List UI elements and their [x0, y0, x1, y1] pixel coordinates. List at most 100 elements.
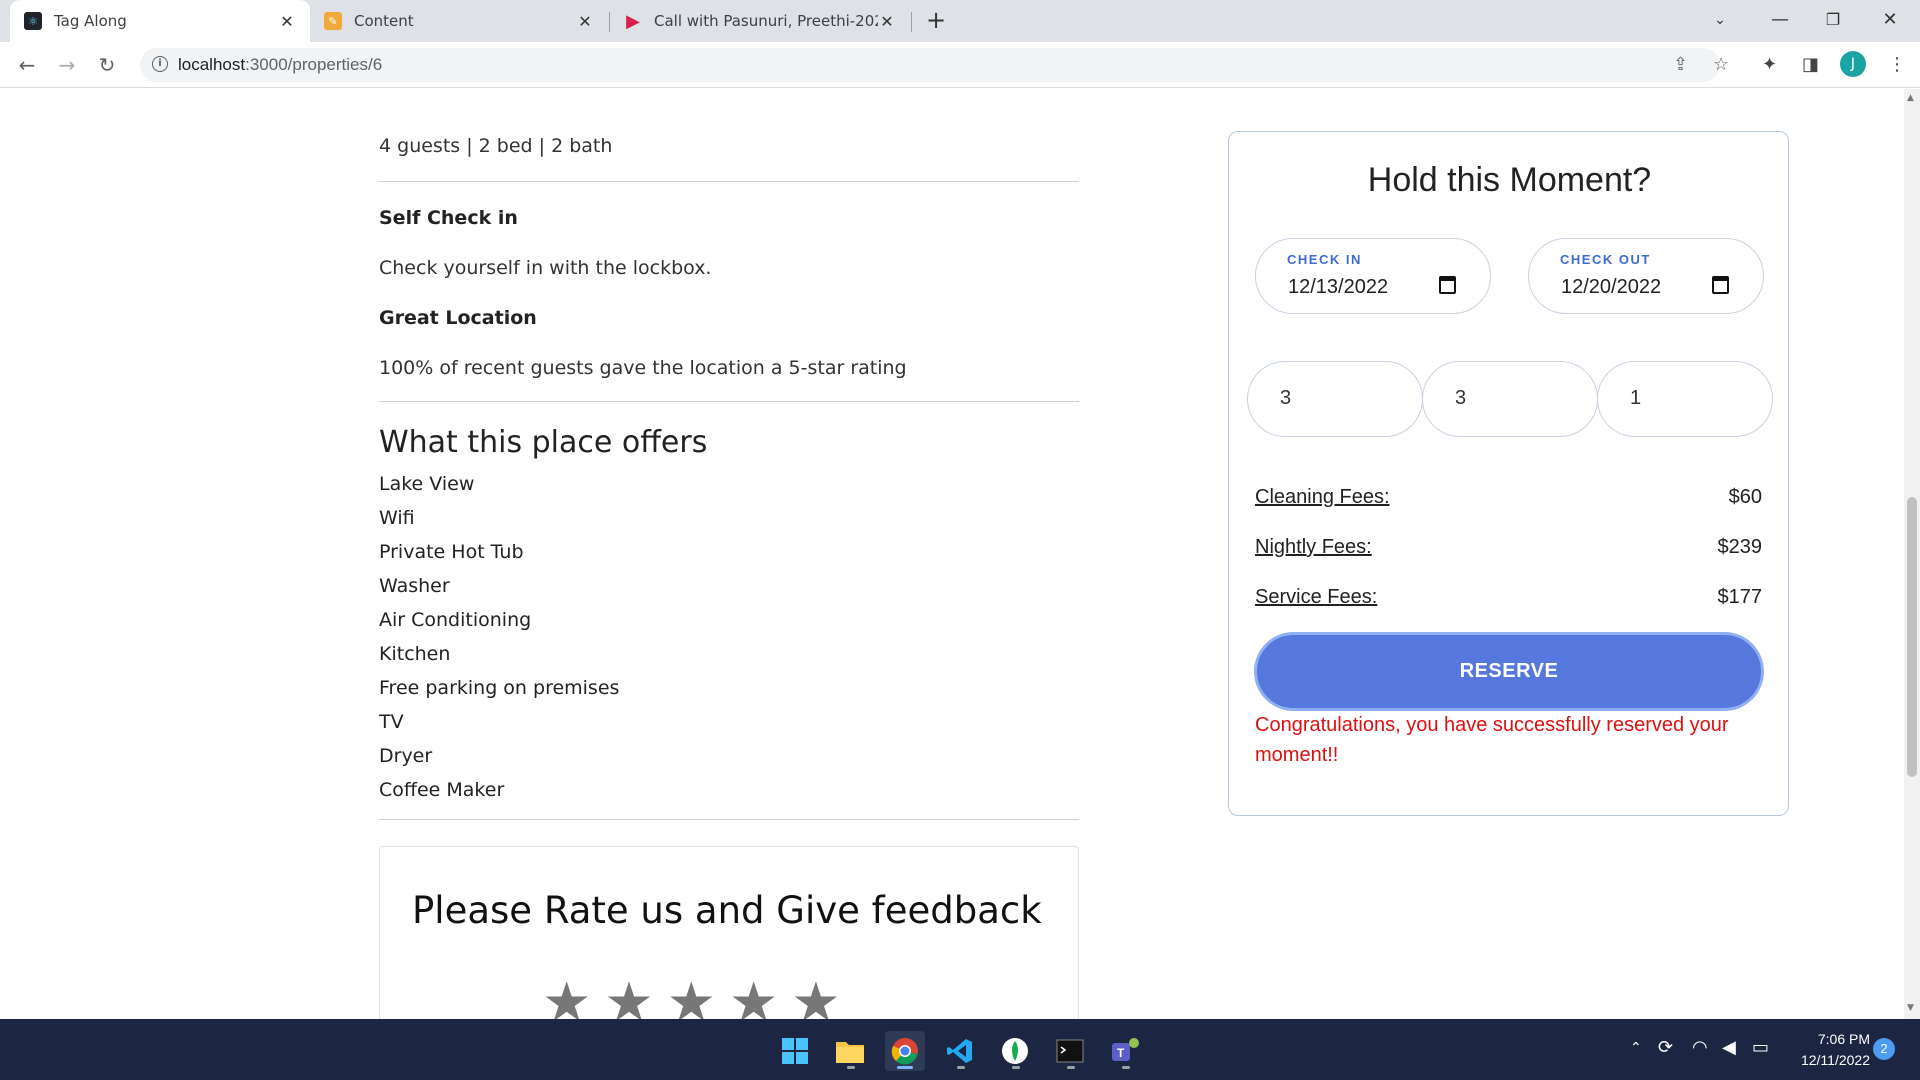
teams-icon[interactable]: T: [1105, 1031, 1145, 1071]
star-icon[interactable]: ★: [604, 975, 653, 1020]
number-value: 3: [1455, 387, 1467, 409]
clock-date: 12/11/2022: [1800, 1052, 1870, 1068]
back-icon[interactable]: ←: [12, 50, 42, 80]
url-host: localhost: [178, 55, 246, 74]
mongodb-compass-icon[interactable]: [995, 1031, 1035, 1071]
notification-badge[interactable]: 2: [1873, 1038, 1895, 1060]
running-indicator: [897, 1066, 913, 1069]
feedback-card: Please Rate us and Give feedback ★ ★ ★ ★…: [379, 846, 1079, 1019]
svg-text:T: T: [1117, 1046, 1125, 1060]
side-panel-icon[interactable]: ◨: [1802, 54, 1819, 75]
battery-icon[interactable]: ▭: [1752, 1037, 1769, 1058]
page-content: 4 guests | 2 bed | 2 bath Self Check in …: [0, 89, 1904, 1019]
tab-tag-along[interactable]: ⚛ Tag Along ✕: [10, 0, 310, 42]
forward-icon[interactable]: →: [52, 50, 82, 80]
booking-title: Hold this Moment?: [1367, 161, 1652, 199]
star-icon[interactable]: ★: [791, 975, 840, 1020]
amenity-item: Dryer: [379, 745, 433, 767]
tab-content[interactable]: ✎ Content ✕: [310, 0, 608, 42]
page-scrollbar[interactable]: ▲ ▼: [1904, 89, 1920, 1019]
cleaning-fee-label[interactable]: Cleaning Fees:: [1255, 486, 1390, 509]
url-path: :3000/properties/6: [245, 55, 383, 74]
star-icon[interactable]: ★: [729, 975, 778, 1020]
running-indicator: [1067, 1066, 1075, 1069]
confirmation-message: Congratulations, you have successfully r…: [1255, 714, 1729, 766]
tab-search-icon[interactable]: ⌄: [1692, 0, 1748, 42]
bookmark-star-icon[interactable]: ☆: [1713, 54, 1729, 75]
media-play-icon: ▶: [626, 10, 640, 32]
reserve-button[interactable]: RESERVE: [1254, 632, 1764, 711]
url-text[interactable]: localhost:3000/properties/6: [178, 55, 382, 75]
address-bar[interactable]: i localhost:3000/properties/6 ⇪ ☆: [140, 48, 1729, 82]
start-icon[interactable]: [775, 1031, 815, 1071]
offers-heading: What this place offers: [379, 425, 708, 460]
number-input[interactable]: 1: [1597, 361, 1773, 437]
calendar-icon[interactable]: [1439, 276, 1456, 294]
windows-taskbar: T ⌃ ⟳ ◠ ◀ ▭ 7:06 PM 12/11/2022 2: [0, 1019, 1920, 1080]
nightly-fee-value: $239: [1717, 536, 1763, 558]
star-rating[interactable]: ★ ★ ★ ★ ★: [542, 975, 841, 1020]
menu-icon[interactable]: ⋮: [1888, 54, 1906, 75]
check-out-field[interactable]: CHECK OUT 12/20/2022: [1528, 238, 1764, 314]
close-window-icon[interactable]: ✕: [1862, 0, 1918, 42]
number-value: 3: [1280, 387, 1292, 409]
react-icon: ⚛: [24, 12, 42, 30]
star-icon[interactable]: ★: [542, 975, 591, 1020]
minimize-icon[interactable]: —: [1752, 0, 1808, 42]
amenity-item: Washer: [379, 575, 450, 597]
feature-title: Self Check in: [379, 207, 518, 229]
check-in-value[interactable]: 12/13/2022: [1288, 276, 1388, 299]
pencil-icon: ✎: [324, 12, 342, 30]
vscode-icon[interactable]: [940, 1031, 980, 1071]
number-input[interactable]: 3: [1247, 361, 1423, 437]
star-icon[interactable]: ★: [667, 975, 716, 1020]
amenity-item: Private Hot Tub: [379, 541, 524, 563]
nightly-fee-label[interactable]: Nightly Fees:: [1255, 536, 1372, 559]
wifi-icon[interactable]: ◠: [1692, 1037, 1708, 1058]
terminal-icon[interactable]: [1050, 1031, 1090, 1071]
profile-avatar[interactable]: J: [1840, 51, 1866, 77]
check-in-field[interactable]: CHECK IN 12/13/2022: [1255, 238, 1491, 314]
scrollbar-thumb[interactable]: [1907, 497, 1917, 777]
amenity-item: Lake View: [379, 473, 475, 495]
tab-title: Tag Along: [54, 12, 127, 30]
service-fee-value: $177: [1717, 586, 1763, 608]
feature-description: 100% of recent guests gave the location …: [379, 357, 907, 379]
file-explorer-icon[interactable]: [830, 1031, 870, 1071]
divider: [379, 401, 1079, 402]
amenities-list: Lake View Wifi Private Hot Tub Washer Ai…: [379, 467, 619, 807]
taskbar-clock[interactable]: 7:06 PM 12/11/2022: [1790, 1029, 1870, 1071]
sync-icon[interactable]: ⟳: [1658, 1037, 1673, 1058]
reload-icon[interactable]: ↻: [92, 50, 122, 80]
guests-summary: 4 guests | 2 bed | 2 bath: [379, 135, 613, 157]
calendar-icon[interactable]: [1712, 276, 1729, 294]
check-in-label: CHECK IN: [1287, 252, 1362, 267]
tab-divider: [911, 12, 912, 32]
scroll-down-icon[interactable]: ▼: [1907, 1003, 1914, 1013]
new-tab-button[interactable]: +: [922, 7, 950, 35]
feature-title: Great Location: [379, 307, 537, 329]
share-icon[interactable]: ⇪: [1673, 54, 1688, 75]
volume-icon[interactable]: ◀: [1722, 1037, 1736, 1058]
service-fee-label[interactable]: Service Fees:: [1255, 586, 1377, 609]
browser-toolbar: ← → ↻ i localhost:3000/properties/6 ⇪ ☆ …: [0, 42, 1920, 88]
check-out-value[interactable]: 12/20/2022: [1561, 276, 1661, 299]
restore-icon[interactable]: ❐: [1805, 0, 1861, 42]
running-indicator: [1012, 1066, 1020, 1069]
cleaning-fee-value: $60: [1728, 486, 1762, 508]
scroll-up-icon[interactable]: ▲: [1907, 93, 1914, 103]
chrome-icon[interactable]: [885, 1031, 925, 1071]
amenity-item: Air Conditioning: [379, 609, 532, 631]
tab-call[interactable]: ▶ Call with Pasunuri, Preethi-20221 ✕: [610, 0, 910, 42]
check-out-label: CHECK OUT: [1560, 252, 1651, 267]
running-indicator: [847, 1066, 855, 1069]
close-tab-icon[interactable]: ✕: [576, 12, 594, 31]
close-tab-icon[interactable]: ✕: [878, 12, 896, 31]
tray-overflow-icon[interactable]: ⌃: [1630, 1040, 1642, 1056]
number-input[interactable]: 3: [1422, 361, 1598, 437]
running-indicator: [957, 1066, 965, 1069]
close-tab-icon[interactable]: ✕: [278, 12, 296, 31]
info-icon[interactable]: i: [152, 56, 168, 72]
extensions-icon[interactable]: ✦: [1762, 54, 1777, 75]
clock-time: 7:06 PM: [1817, 1031, 1870, 1047]
